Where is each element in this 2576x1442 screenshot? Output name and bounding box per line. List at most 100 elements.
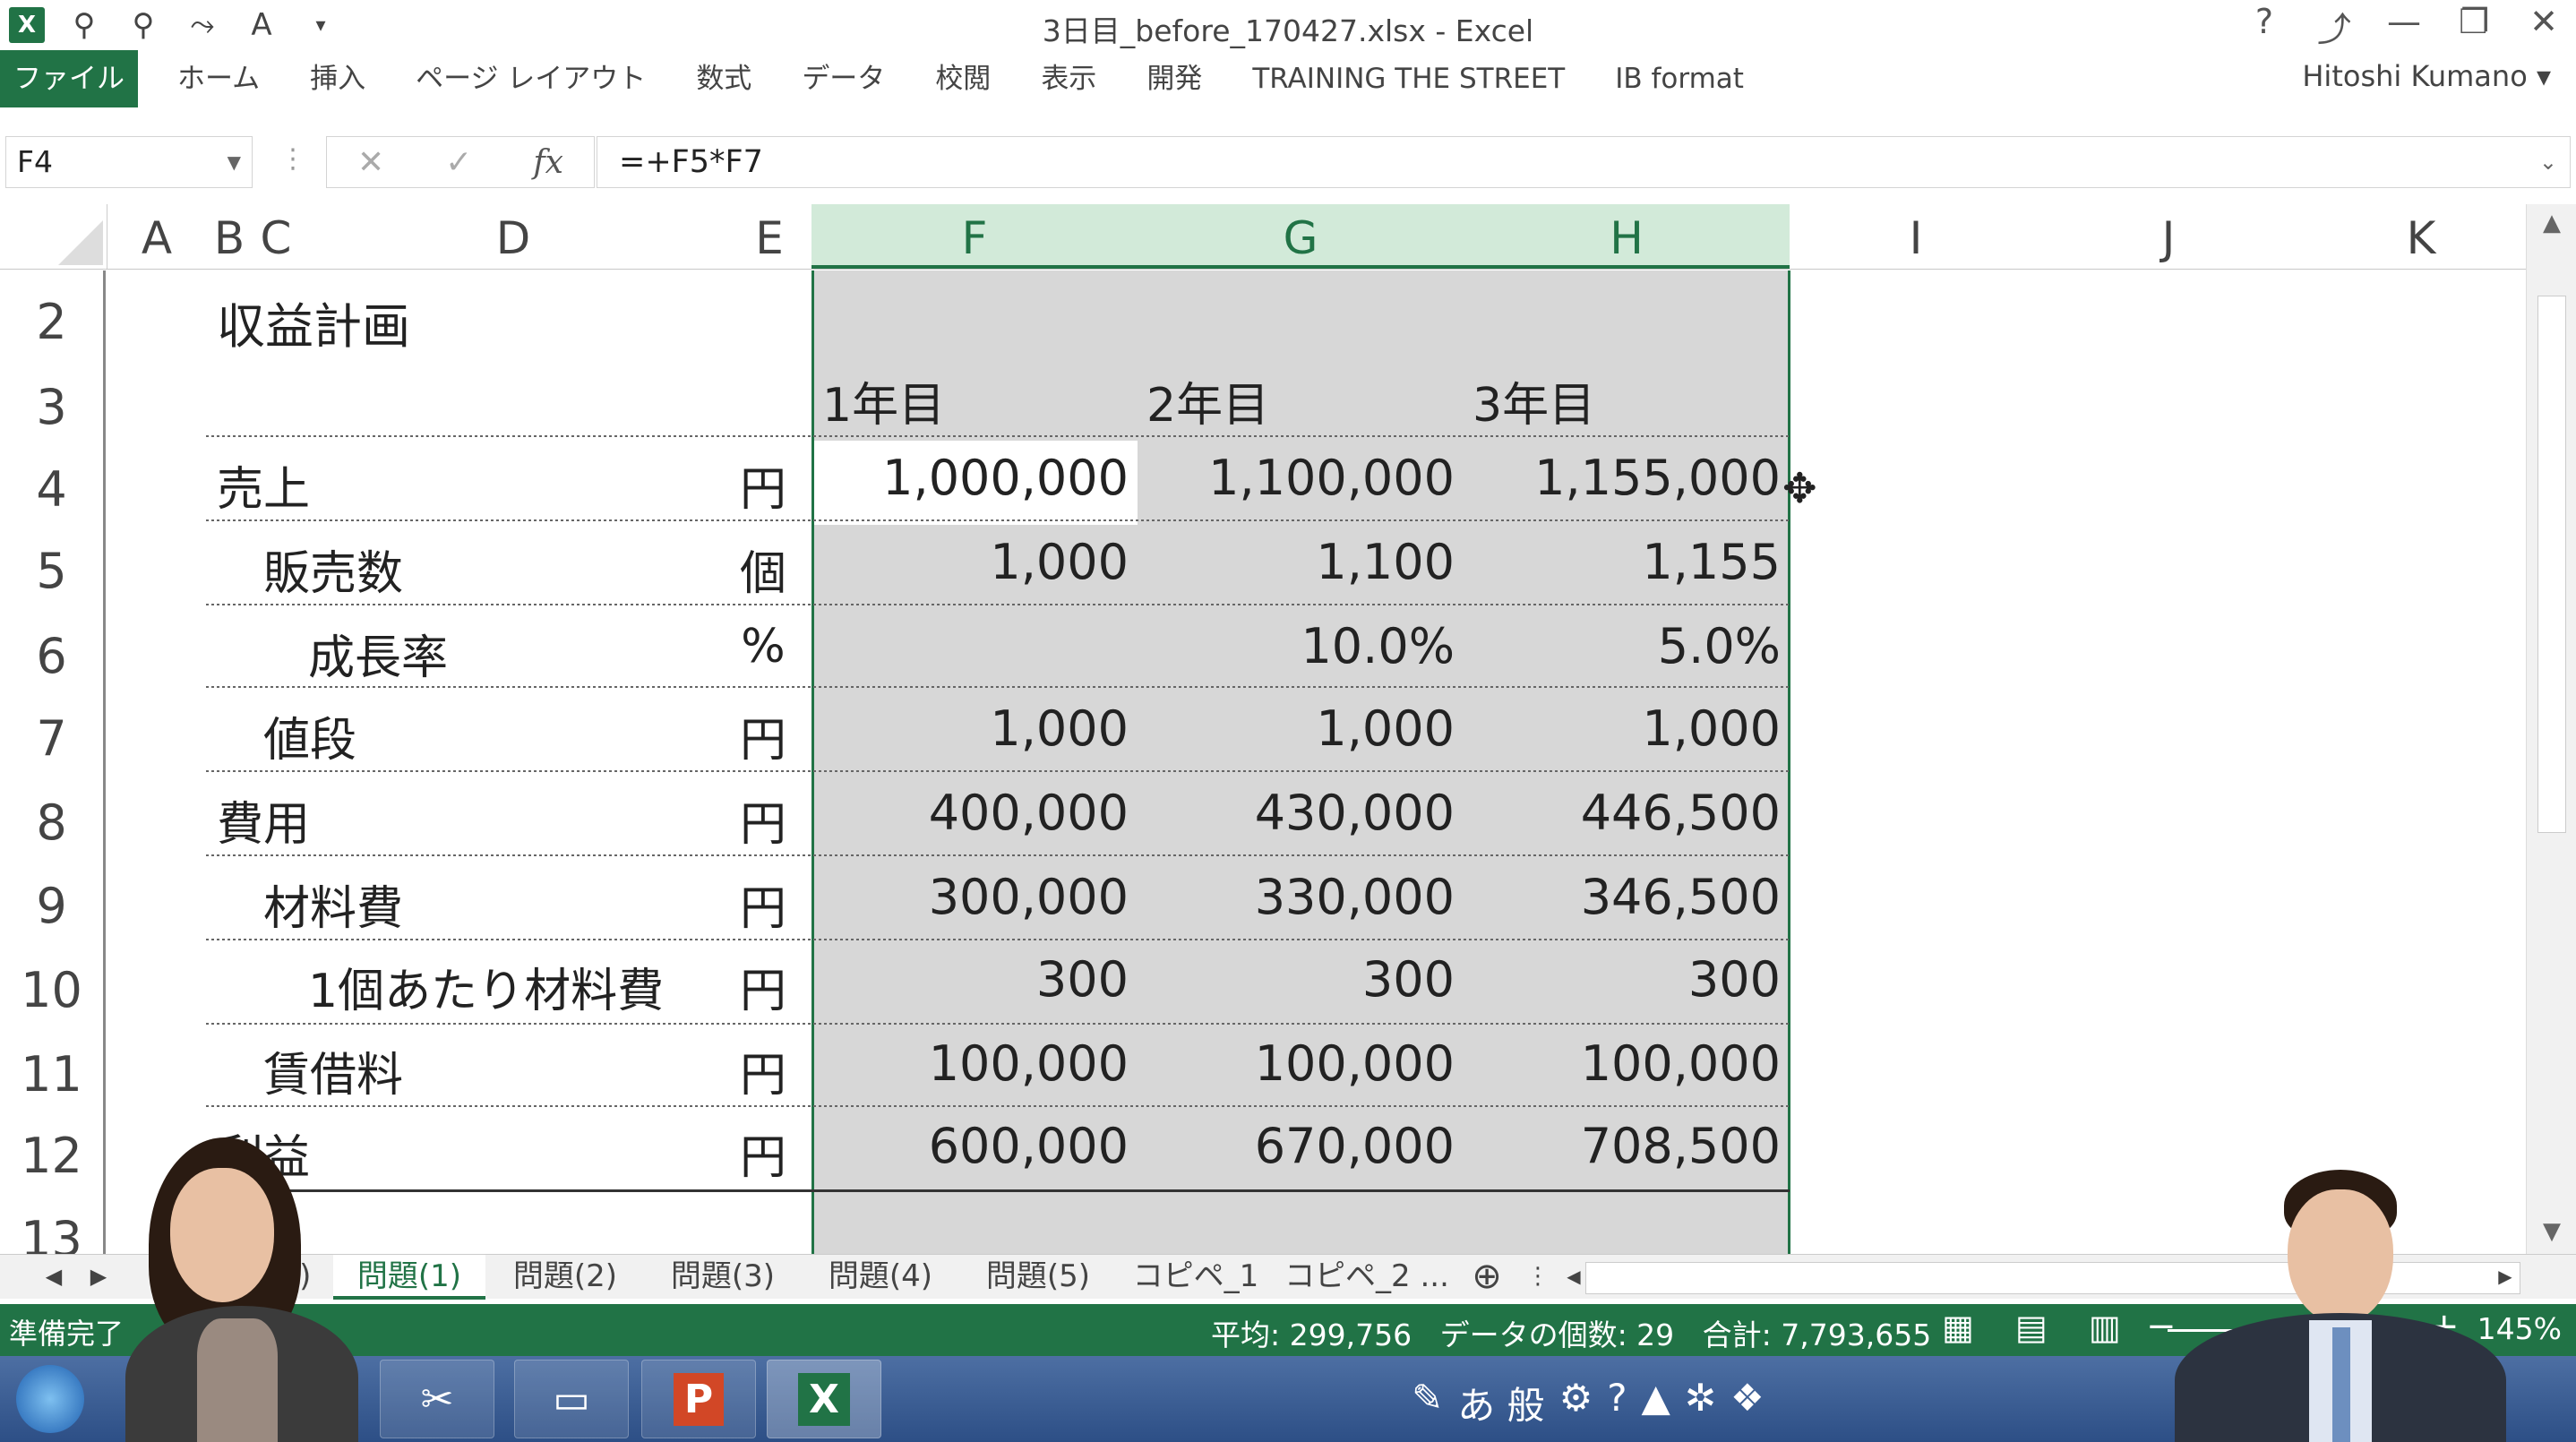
row-header-9[interactable]: 9 <box>0 860 106 944</box>
ribbon-display-icon[interactable]: ⤴ <box>2314 2 2354 51</box>
excel-taskbar-icon[interactable]: X <box>767 1360 881 1438</box>
name-box[interactable]: F4 ▼ <box>5 136 253 188</box>
cell-h11[interactable]: 100,000 <box>1476 1035 1781 1092</box>
cell-h5[interactable]: 1,155 <box>1476 534 1781 590</box>
cell-h10[interactable]: 300 <box>1476 951 1781 1008</box>
tab-file[interactable]: ファイル <box>0 50 138 107</box>
cell-f5[interactable]: 1,000 <box>824 534 1129 590</box>
start-button-icon[interactable] <box>16 1365 84 1433</box>
scroll-up-icon[interactable]: ▲ <box>2527 210 2576 236</box>
cell-f10[interactable]: 300 <box>824 951 1129 1008</box>
close-icon[interactable]: ✕ <box>2524 2 2563 51</box>
name-box-dropdown-icon[interactable]: ▼ <box>228 137 241 187</box>
col-header-h[interactable]: H <box>1464 204 1790 269</box>
cell-h12[interactable]: 708,500 <box>1476 1118 1781 1174</box>
col-header-i[interactable]: I <box>1790 204 2042 269</box>
col-header-f[interactable]: F <box>811 204 1138 269</box>
tab-developer[interactable]: 開発 <box>1121 50 1227 107</box>
sheet-tab-copypaste-2[interactable]: コピペ_2 ... <box>1277 1255 1456 1300</box>
formula-bar-grip-icon[interactable]: ⋮ <box>279 143 306 175</box>
tab-training-the-street[interactable]: TRAINING THE STREET <box>1227 50 1590 107</box>
cell-f9[interactable]: 300,000 <box>824 869 1129 925</box>
col-header-c[interactable]: C <box>253 204 299 269</box>
cell-g8[interactable]: 430,000 <box>1150 785 1455 841</box>
formula-input[interactable]: =+F5*F7 ⌄ <box>597 136 2571 188</box>
sheet-tab-q5[interactable]: 問題(5) <box>962 1255 1114 1300</box>
enter-edit-icon[interactable]: ✓ <box>445 144 472 181</box>
user-account[interactable]: Hitoshi Kumano ▾ <box>2302 59 2551 93</box>
tray-gear-icon[interactable]: ✲ <box>1685 1376 1716 1430</box>
cell-h9[interactable]: 346,500 <box>1476 869 1781 925</box>
cell-f11[interactable]: 100,000 <box>824 1035 1129 1092</box>
cell-h6[interactable]: 5.0% <box>1476 618 1781 674</box>
row-header-10[interactable]: 10 <box>0 944 106 1028</box>
insert-function-icon[interactable]: fx <box>533 144 563 181</box>
cell-f4[interactable]: 1,000,000 <box>824 450 1129 506</box>
cancel-edit-icon[interactable]: ✕ <box>357 144 384 181</box>
cell-f7[interactable]: 1,000 <box>824 700 1129 757</box>
tab-review[interactable]: 校閲 <box>910 50 1016 107</box>
sheet-tab-copypaste-1[interactable]: コピペ_1 <box>1120 1255 1272 1300</box>
snipping-tool-icon[interactable]: ✂ <box>380 1360 494 1438</box>
col-header-k[interactable]: K <box>2295 204 2526 269</box>
tab-view[interactable]: 表示 <box>1016 50 1121 107</box>
cell-g4[interactable]: 1,100,000 <box>1150 450 1455 506</box>
scroll-down-icon[interactable]: ▼ <box>2527 1218 2576 1245</box>
page-layout-view-icon[interactable]: ▤ <box>2015 1308 2048 1347</box>
cell-f8[interactable]: 400,000 <box>824 785 1129 841</box>
row-header-11[interactable]: 11 <box>0 1028 106 1111</box>
col-header-b[interactable]: B <box>206 204 253 269</box>
cell-g9[interactable]: 330,000 <box>1150 869 1455 925</box>
sheet-tab-q2[interactable]: 問題(2) <box>489 1255 641 1300</box>
minimize-icon[interactable]: — <box>2384 2 2424 51</box>
tab-formulas[interactable]: 数式 <box>671 50 777 107</box>
ime-icon[interactable]: ✎ <box>1412 1376 1443 1430</box>
row-header-6[interactable]: 6 <box>0 609 106 691</box>
tab-page-layout[interactable]: ページ レイアウト <box>391 50 671 107</box>
restore-icon[interactable]: ❐ <box>2454 2 2494 51</box>
cell-g7[interactable]: 1,000 <box>1150 700 1455 757</box>
tab-splitter-icon[interactable]: ⋮ <box>1524 1255 1551 1300</box>
col-header-a[interactable]: A <box>107 204 206 269</box>
tray-help-icon[interactable]: ? <box>1607 1376 1627 1430</box>
row-header-4[interactable]: 4 <box>0 441 106 525</box>
help-icon[interactable]: ? <box>2245 2 2284 51</box>
cell-g11[interactable]: 100,000 <box>1150 1035 1455 1092</box>
sheet-tab-q4[interactable]: 問題(4) <box>804 1255 957 1300</box>
cell-f12[interactable]: 600,000 <box>824 1118 1129 1174</box>
tray-expand-icon[interactable]: ▲ <box>1642 1376 1670 1430</box>
row-header-3[interactable]: 3 <box>0 358 106 441</box>
page-break-view-icon[interactable]: ▥ <box>2089 1308 2121 1347</box>
cell-g10[interactable]: 300 <box>1150 951 1455 1008</box>
tab-ib-format[interactable]: IB format <box>1590 50 1769 107</box>
ime-mode[interactable]: あ 般 <box>1457 1376 1544 1430</box>
row-header-13[interactable]: 13 <box>0 1195 106 1254</box>
cell-h4[interactable]: 1,155,000 <box>1476 450 1781 506</box>
file-explorer-icon[interactable]: ▭ <box>514 1360 629 1438</box>
hscroll-left-icon[interactable]: ◀ <box>1560 1255 1587 1300</box>
cell-g5[interactable]: 1,100 <box>1150 534 1455 590</box>
col-header-g[interactable]: G <box>1138 204 1464 269</box>
normal-view-icon[interactable]: ▦ <box>1942 1308 1974 1347</box>
prev-sheet-icon[interactable]: ◀ <box>36 1255 72 1300</box>
row-header-8[interactable]: 8 <box>0 776 106 860</box>
cell-g12[interactable]: 670,000 <box>1150 1118 1455 1174</box>
worksheet-grid[interactable]: A B C D E F G H I J K 2 3 4 5 6 7 8 9 10… <box>0 204 2526 1254</box>
cell-g6[interactable]: 10.0% <box>1150 618 1455 674</box>
row-header-7[interactable]: 7 <box>0 691 106 776</box>
sheet-tab-q3[interactable]: 問題(3) <box>647 1255 799 1300</box>
vertical-scrollbar[interactable]: ▲ ▼ <box>2526 204 2576 1254</box>
col-header-j[interactable]: J <box>2042 204 2295 269</box>
tray-dropbox-icon[interactable]: ❖ <box>1730 1376 1765 1430</box>
col-header-d[interactable]: D <box>299 204 727 269</box>
cell-h8[interactable]: 446,500 <box>1476 785 1781 841</box>
powerpoint-icon[interactable]: P <box>641 1360 756 1438</box>
cell-h7[interactable]: 1,000 <box>1476 700 1781 757</box>
row-header-5[interactable]: 5 <box>0 525 106 609</box>
select-all-button[interactable] <box>0 204 107 269</box>
expand-formula-bar-icon[interactable]: ⌄ <box>2539 137 2557 187</box>
tab-home[interactable]: ホーム <box>152 50 285 107</box>
tray-settings-icon[interactable]: ⚙ <box>1559 1376 1593 1430</box>
scroll-thumb[interactable] <box>2537 296 2566 833</box>
row-header-2[interactable]: 2 <box>0 270 106 358</box>
